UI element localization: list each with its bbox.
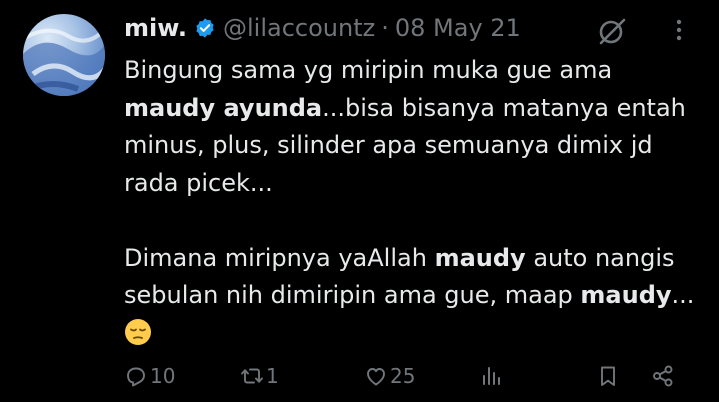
- reply-icon: [127, 367, 145, 387]
- mention-bold: maudy: [434, 243, 526, 272]
- more-icon[interactable]: [672, 16, 686, 44]
- like-count: 25: [390, 364, 416, 388]
- verified-badge-icon: [196, 18, 214, 38]
- tweet-actions: 10 1 25: [124, 364, 684, 394]
- tweet-text-p2-end: ...: [671, 281, 695, 309]
- pensive-face-icon: [125, 318, 151, 345]
- share-icon: [653, 365, 673, 387]
- grok-icon[interactable]: [597, 16, 627, 46]
- tweet-text: Bingung sama yg miripin muka gue ama mau…: [124, 52, 704, 352]
- like-button[interactable]: 25: [364, 364, 415, 388]
- author-name[interactable]: miw.: [124, 14, 187, 42]
- separator: ·: [381, 14, 389, 42]
- like-icon: [367, 368, 385, 386]
- views-button[interactable]: [479, 364, 503, 388]
- tweet-header: miw. @lilaccountz · 08 May 21: [124, 12, 521, 44]
- retweet-count: 1: [266, 364, 279, 388]
- views-icon: [483, 367, 500, 385]
- tweet-text-line1: Bingung sama yg miripin muka gue ama: [124, 56, 613, 84]
- avatar[interactable]: [23, 14, 105, 96]
- retweet-icon: [241, 368, 263, 384]
- mention-bold: maudy ayunda: [124, 93, 323, 122]
- tweet-text-p2-start: Dimana miripnya yaAllah: [124, 243, 435, 272]
- bookmark-icon: [601, 366, 615, 386]
- avatar-image: [23, 27, 105, 96]
- author-handle[interactable]: @lilaccountz: [223, 14, 375, 42]
- retweet-button[interactable]: 1: [240, 364, 279, 388]
- tweet-paragraph-2: Dimana miripnya yaAllah maudy auto nangi…: [124, 240, 704, 353]
- tweet-date[interactable]: 08 May 21: [395, 14, 521, 42]
- reply-count: 10: [150, 364, 176, 388]
- bookmark-button[interactable]: [596, 364, 620, 388]
- share-button[interactable]: [651, 364, 675, 388]
- reply-button[interactable]: 10: [124, 364, 175, 388]
- tweet-paragraph-1: Bingung sama yg miripin muka gue ama mau…: [124, 52, 704, 202]
- mention-bold: maudy: [580, 281, 672, 309]
